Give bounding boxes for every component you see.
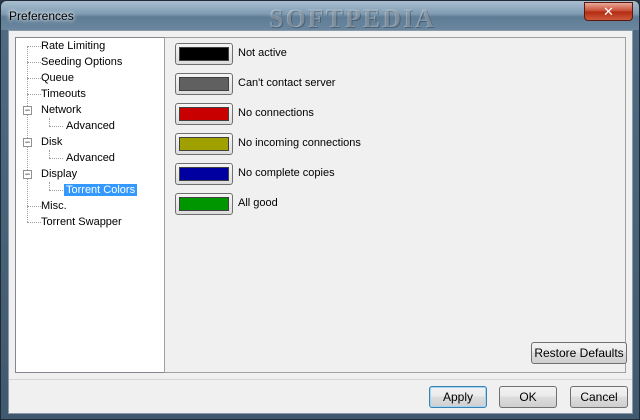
close-icon: ✕ [603, 4, 614, 19]
torrent-colors-panel: Not active Can't contact server No conne… [164, 37, 627, 373]
color-label: All good [238, 197, 278, 209]
collapse-disk-icon[interactable]: − [23, 138, 32, 147]
tree-line [49, 190, 63, 191]
tree-item-timeouts[interactable]: Timeouts [41, 86, 86, 102]
color-swatch [179, 167, 229, 181]
color-picker-button[interactable] [175, 43, 233, 65]
color-swatch [179, 77, 229, 91]
tree-item-misc[interactable]: Misc. [41, 198, 67, 214]
color-picker-button[interactable] [175, 73, 233, 95]
apply-button[interactable]: Apply [429, 386, 487, 408]
dialog-client-area: − − − Rate Limiting Seeding Options Queu… [8, 30, 633, 414]
restore-defaults-button[interactable]: Restore Defaults [531, 342, 627, 364]
tree-item-display[interactable]: Display [41, 166, 77, 182]
tree-line [27, 206, 41, 207]
color-swatch [179, 197, 229, 211]
tree-line [27, 94, 41, 95]
color-label: Can't contact server [238, 77, 336, 89]
color-picker-button[interactable] [175, 193, 233, 215]
tree-item-disk-advanced[interactable]: Advanced [66, 150, 115, 166]
close-button[interactable]: ✕ [584, 2, 633, 21]
tree-line [49, 118, 50, 126]
color-picker-button[interactable] [175, 103, 233, 125]
tree-line [49, 126, 63, 127]
button-separator [9, 379, 632, 380]
title-bar[interactable]: Preferences SOFTPEDIA ✕ [1, 1, 639, 33]
preferences-window: Preferences SOFTPEDIA ✕ − − − Rate Limit… [0, 0, 640, 420]
cancel-button[interactable]: Cancel [570, 386, 628, 408]
tree-line [49, 158, 63, 159]
tree-item-torrent-swapper[interactable]: Torrent Swapper [41, 214, 122, 230]
color-label: No incoming connections [238, 137, 361, 149]
tree-line [49, 182, 50, 190]
tree-line [27, 222, 41, 223]
tree-item-network-advanced[interactable]: Advanced [66, 118, 115, 134]
tree-item-network[interactable]: Network [41, 102, 81, 118]
color-picker-button[interactable] [175, 133, 233, 155]
tree-line [27, 78, 41, 79]
color-label: Not active [238, 47, 287, 59]
color-swatch [179, 137, 229, 151]
color-swatch [179, 107, 229, 121]
tree-line [27, 46, 28, 222]
color-label: No complete copies [238, 167, 335, 179]
tree-item-rate-limiting[interactable]: Rate Limiting [41, 38, 105, 54]
tree-item-disk[interactable]: Disk [41, 134, 62, 150]
window-title: Preferences [9, 9, 74, 23]
color-label: No connections [238, 107, 314, 119]
tree-item-seeding-options[interactable]: Seeding Options [41, 54, 122, 70]
tree-item-torrent-colors[interactable]: Torrent Colors [64, 182, 138, 198]
tree-line [49, 150, 50, 158]
tree-item-queue[interactable]: Queue [41, 70, 74, 86]
color-picker-button[interactable] [175, 163, 233, 185]
collapse-network-icon[interactable]: − [23, 106, 32, 115]
category-tree[interactable]: − − − Rate Limiting Seeding Options Queu… [15, 37, 165, 373]
tree-line [27, 46, 41, 47]
ok-button[interactable]: OK [499, 386, 557, 408]
color-swatch [179, 47, 229, 61]
collapse-display-icon[interactable]: − [23, 170, 32, 179]
tree-line [27, 62, 41, 63]
